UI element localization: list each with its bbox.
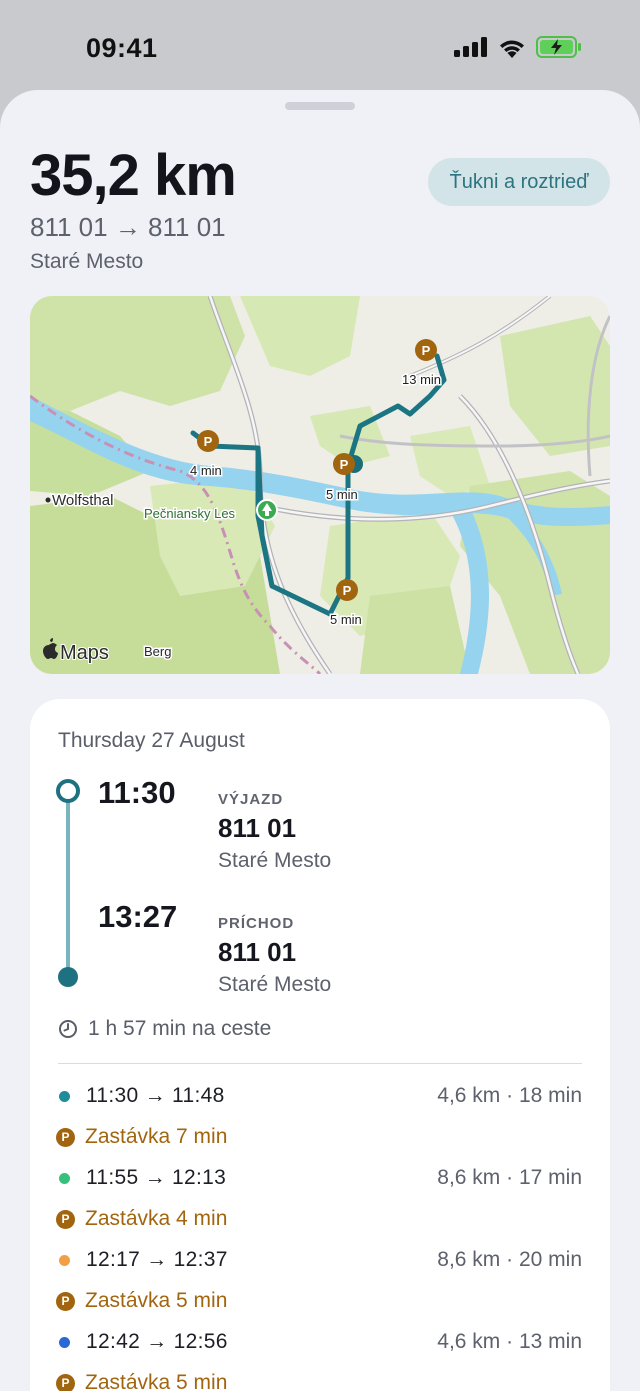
svg-text:Maps: Maps bbox=[60, 642, 109, 664]
timeline-line bbox=[66, 801, 70, 977]
leg-color-dot bbox=[59, 1254, 70, 1266]
leg-time: 12:17 → 12:37 bbox=[86, 1248, 228, 1271]
leg-color-dot bbox=[59, 1336, 70, 1348]
total-distance: 35,2 km bbox=[30, 143, 237, 208]
route-codes: 811 01 → 811 01 bbox=[30, 212, 226, 242]
sheet-grabber[interactable] bbox=[285, 102, 355, 110]
cellular-signal-icon bbox=[454, 37, 487, 57]
parking-icon: P bbox=[56, 1127, 75, 1147]
parking-icon: P bbox=[56, 1209, 75, 1229]
svg-text:P: P bbox=[204, 434, 213, 449]
stop-row[interactable]: P Zastávka 4 min bbox=[56, 1204, 227, 1234]
leg-stats: 8,6 km · 17 min bbox=[437, 1166, 582, 1189]
route-map[interactable]: P P P P 13 min 4 min 5 min 5 min Wolfsth… bbox=[30, 296, 610, 674]
leg-stats: 4,6 km · 18 min bbox=[437, 1084, 582, 1107]
parking-marker[interactable]: P bbox=[197, 430, 219, 452]
leg-color-dot bbox=[59, 1090, 70, 1102]
timeline-end-dot bbox=[58, 967, 78, 987]
wifi-icon bbox=[500, 40, 524, 58]
map-stop-label: 5 min bbox=[326, 487, 358, 502]
leg-time: 12:42 → 12:56 bbox=[86, 1330, 228, 1353]
leg-color-dot bbox=[59, 1172, 70, 1184]
trip-details-card: Thursday 27 August 11:30 VÝJAZD 811 01 S… bbox=[30, 699, 610, 1391]
timeline-start-dot bbox=[56, 779, 80, 803]
arrival-tag: PRÍCHOD bbox=[218, 915, 295, 932]
route-place: Staré Mesto bbox=[30, 250, 144, 273]
parking-icon: P bbox=[56, 1373, 75, 1391]
stop-label: Zastávka 7 min bbox=[85, 1125, 228, 1148]
stop-row[interactable]: P Zastávka 5 min bbox=[56, 1286, 227, 1316]
map-stop-label: 4 min bbox=[190, 463, 222, 478]
departure-code: 811 01 bbox=[218, 813, 297, 843]
svg-text:P: P bbox=[422, 343, 431, 358]
departure-time: 11:30 bbox=[98, 775, 176, 810]
map-label-forest: Pečniansky Les bbox=[144, 506, 236, 521]
departure-place: Staré Mesto bbox=[218, 849, 332, 872]
stop-label: Zastávka 5 min bbox=[85, 1371, 228, 1391]
parking-marker[interactable]: P bbox=[333, 453, 355, 475]
divider bbox=[58, 1063, 582, 1064]
svg-text:P: P bbox=[340, 457, 349, 472]
map-canvas: P P P P 13 min 4 min 5 min 5 min Wolfsth… bbox=[30, 296, 610, 674]
battery-charging-icon bbox=[536, 36, 581, 58]
stop-label: Zastávka 4 min bbox=[85, 1207, 228, 1230]
parking-marker[interactable]: P bbox=[415, 339, 437, 361]
status-icons bbox=[454, 36, 582, 58]
svg-text:P: P bbox=[343, 583, 352, 598]
leg-stats: 4,6 km · 13 min bbox=[437, 1330, 582, 1353]
map-label-wolfsthal: Wolfsthal bbox=[52, 492, 113, 509]
trip-duration-text: 1 h 57 min na ceste bbox=[88, 1017, 272, 1040]
status-bar: 09:41 bbox=[0, 0, 640, 92]
leg-row[interactable]: 12:17 → 12:37 8,6 km · 20 min bbox=[58, 1245, 582, 1275]
map-stop-label: 5 min bbox=[330, 612, 362, 627]
clock-icon bbox=[59, 1020, 77, 1038]
status-time: 09:41 bbox=[86, 33, 158, 63]
arrival-time: 13:27 bbox=[98, 899, 178, 934]
stop-row[interactable]: P Zastávka 7 min bbox=[56, 1122, 227, 1152]
bottom-sheet: 35,2 km 811 01 → 811 01 Staré Mesto Ťukn… bbox=[0, 90, 640, 1391]
arrival-place: Staré Mesto bbox=[218, 973, 332, 996]
parking-icon: P bbox=[56, 1291, 75, 1311]
leg-stats: 8,6 km · 20 min bbox=[437, 1248, 582, 1271]
leg-row[interactable]: 12:42 → 12:56 4,6 km · 13 min bbox=[58, 1327, 582, 1357]
map-stop-label: 13 min bbox=[402, 372, 441, 387]
leg-row[interactable]: 11:55 → 12:13 8,6 km · 17 min bbox=[58, 1163, 582, 1193]
sort-button[interactable]: Ťukni a roztrieď bbox=[428, 158, 610, 206]
leg-time: 11:30 → 11:48 bbox=[86, 1084, 225, 1107]
parking-marker[interactable]: P bbox=[336, 579, 358, 601]
leg-row[interactable]: 11:30 → 11:48 4,6 km · 18 min bbox=[58, 1081, 582, 1111]
stop-label: Zastávka 5 min bbox=[85, 1289, 228, 1312]
leg-time: 11:55 → 12:13 bbox=[86, 1166, 227, 1189]
departure-tag: VÝJAZD bbox=[218, 791, 284, 808]
trip-date: Thursday 27 August bbox=[58, 729, 245, 752]
map-label-berg: Berg bbox=[144, 644, 171, 659]
arrival-code: 811 01 bbox=[218, 937, 297, 967]
forest-poi-icon[interactable] bbox=[256, 499, 278, 521]
trip-duration: 1 h 57 min na ceste bbox=[58, 1017, 271, 1041]
stop-row[interactable]: P Zastávka 5 min bbox=[56, 1368, 227, 1391]
